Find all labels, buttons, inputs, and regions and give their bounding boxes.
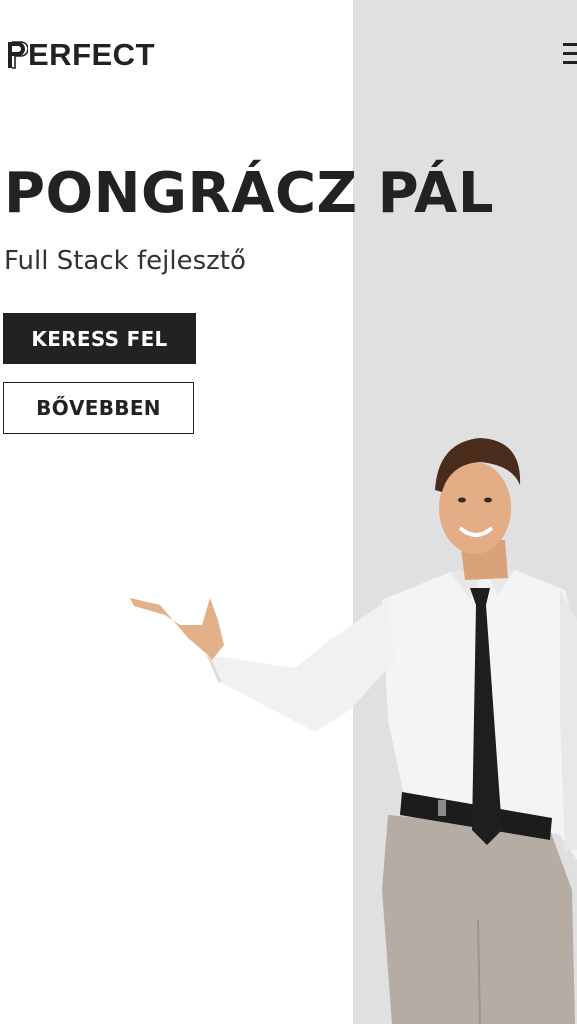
hero-section: PONGRÁCZ PÁL Full Stack fejlesztő KERESS… <box>0 0 577 1024</box>
contact-button[interactable]: KERESS FEL <box>3 313 196 364</box>
hero-title: PONGRÁCZ PÁL <box>4 161 495 226</box>
hero-person-image <box>120 420 577 1024</box>
hero-subtitle: Full Stack fejlesztő <box>4 246 246 276</box>
